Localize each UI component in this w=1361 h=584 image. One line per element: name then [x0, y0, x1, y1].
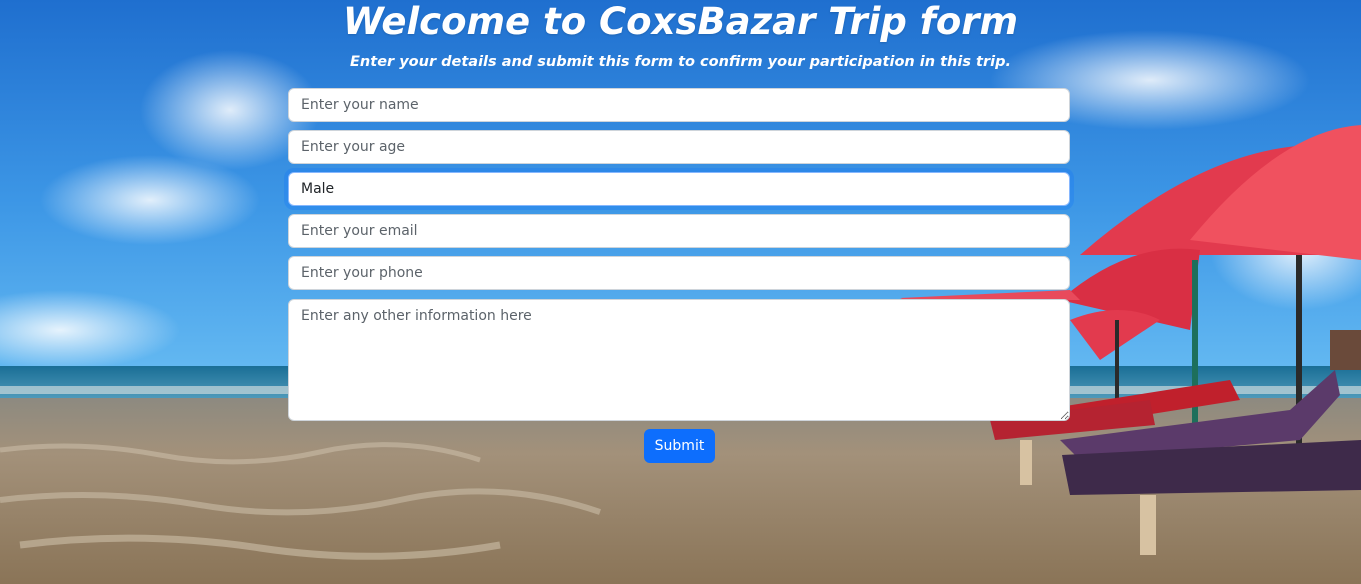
page-subtitle: Enter your details and submit this form …: [350, 54, 1011, 70]
age-input[interactable]: [288, 130, 1070, 164]
name-input[interactable]: [288, 88, 1070, 122]
submit-button[interactable]: Submit: [644, 429, 715, 463]
gender-input[interactable]: [288, 172, 1070, 206]
page-title: Welcome to CoxsBazar Trip form: [342, 0, 1019, 43]
email-input[interactable]: [288, 214, 1070, 248]
other-info-textarea[interactable]: [288, 299, 1070, 421]
phone-input[interactable]: [288, 256, 1070, 290]
